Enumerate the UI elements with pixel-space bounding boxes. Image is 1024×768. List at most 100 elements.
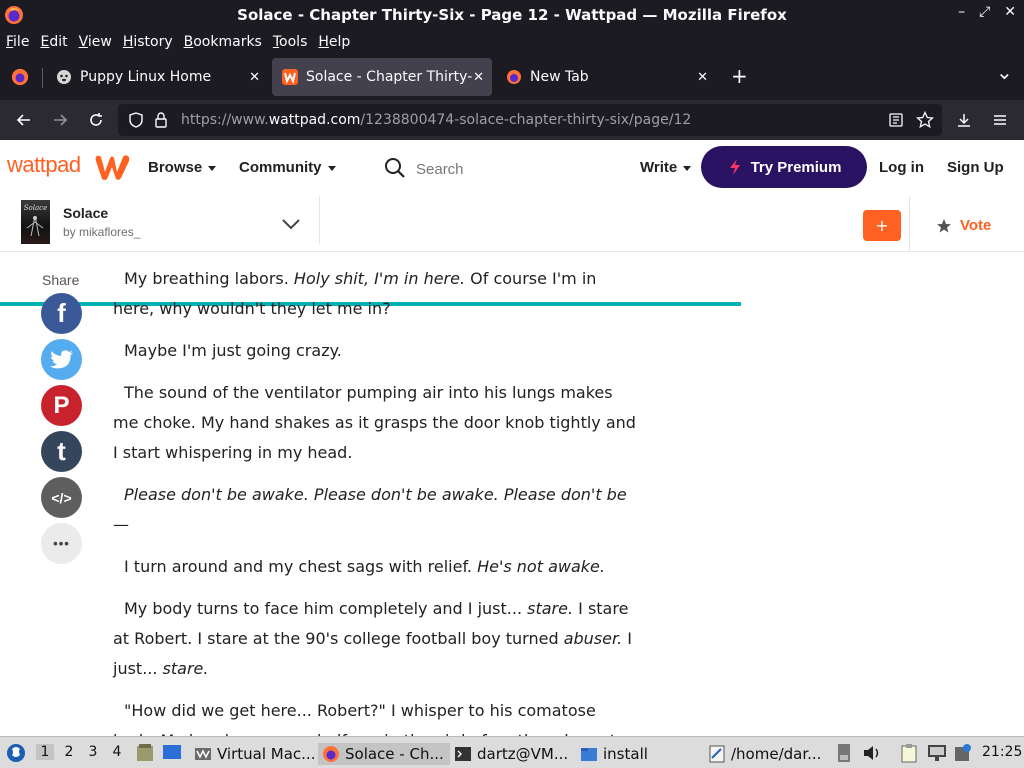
taskbar-install-folder[interactable]: install [580,743,648,765]
forward-button[interactable] [48,108,72,132]
search-icon[interactable] [384,157,406,179]
volume-icon[interactable] [862,744,882,762]
wattpad-logo[interactable]: wattpad [7,152,81,178]
workspace-2[interactable]: 2 [60,744,78,760]
back-arrow-icon [16,114,30,126]
new-tab-button[interactable]: + [731,64,748,88]
facebook-icon: f [57,298,66,328]
browse-menu[interactable]: Browse [148,159,217,176]
show-desktop-icon[interactable] [162,744,182,762]
text-run: Maybe I'm just going crazy. [124,341,342,360]
tab-solace[interactable]: Solace - Chapter Thirty-Six ✕ [272,58,492,96]
story-paragraph: I turn around and my chest sags with rel… [113,552,641,582]
tab-new-tab[interactable]: New Tab ✕ [496,58,716,96]
story-title[interactable]: Solace [63,205,108,221]
network-icon[interactable] [926,743,948,763]
twitter-share-button[interactable] [41,339,82,380]
vote-button[interactable]: Vote [936,217,991,234]
start-menu-icon[interactable] [6,742,26,764]
add-to-library-button[interactable]: + [863,210,901,241]
log-in-link[interactable]: Log in [879,159,924,176]
tab-close-icon[interactable]: ✕ [249,70,260,85]
more-share-button[interactable]: ••• [41,523,82,564]
ellipsis-icon: ••• [53,536,70,551]
write-menu[interactable]: Write [640,159,692,176]
taskbar-firefox[interactable]: Solace - Ch... [318,743,450,765]
puppy-favicon-icon [57,70,71,84]
tab-puppy-linux-home[interactable]: Puppy Linux Home ✕ [46,58,268,96]
divider [319,196,320,244]
tab-close-icon[interactable]: ✕ [697,70,708,85]
window-titlebar: Solace - Chapter Thirty-Six - Page 12 - … [0,0,1024,30]
star-icon [937,218,951,232]
menu-edit[interactable]: Edit [40,34,67,50]
story-paragraph: My breathing labors. Holy shit, I'm in h… [113,264,641,324]
text-run: My breathing labors. [124,269,294,288]
story-bar: Solace Solace by mikaflores_ + Vote [0,196,1024,306]
tab-strip: Puppy Linux Home ✕ Solace - Chapter Thir… [0,54,1024,100]
downloads-button[interactable] [952,108,976,132]
menu-history[interactable]: History [123,34,173,50]
pinterest-share-button[interactable]: P [41,385,82,426]
wattpad-favicon-icon [282,69,298,85]
folder-icon [581,748,597,761]
minimize-button[interactable]: – [958,4,965,20]
tab-label: New Tab [530,69,589,85]
clock: 21:25 [982,744,1023,760]
connection-status-icon[interactable] [954,743,972,763]
reload-button[interactable] [84,108,108,132]
story-text: My breathing labors. Holy shit, I'm in h… [113,264,641,736]
taskbar-text-editor[interactable]: /home/dar... [708,743,821,765]
url-bar[interactable]: https://www.wattpad.com/1238800474-solac… [118,104,942,136]
storage-icon[interactable] [836,743,852,763]
back-button[interactable] [12,108,36,132]
tab-separator [42,68,43,88]
reader-view-icon[interactable] [888,112,904,128]
try-premium-button[interactable]: Try Premium [701,146,867,188]
tumblr-share-button[interactable]: t [41,431,82,472]
firefox-view-icon[interactable] [11,68,29,86]
caret-down-icon [327,165,336,171]
chevron-down-icon[interactable] [280,213,302,235]
taskbar-terminal[interactable]: dartz@VM... [454,743,568,765]
shield-icon[interactable] [128,112,144,128]
tab-label: Solace - Chapter Thirty-Six [306,69,472,85]
taskbar-virtual-machine[interactable]: Virtual Mac... [194,743,315,765]
tab-list-chevron-icon[interactable]: ⌄ [996,60,1013,84]
community-menu[interactable]: Community [239,159,336,176]
search-input[interactable] [416,158,596,180]
maximize-button[interactable]: ⤢ [979,4,990,20]
twitter-bird-icon [49,349,73,368]
wattpad-w-logo-icon[interactable] [94,152,134,182]
menu-tools[interactable]: Tools [273,34,308,50]
menu-bookmarks[interactable]: Bookmarks [184,34,262,50]
tab-label: Puppy Linux Home [80,69,212,85]
hamburger-menu-icon [994,115,1006,125]
file-manager-launcher-icon[interactable] [136,743,154,763]
story-paragraph: "How did we get here... Robert?" I whisp… [113,696,641,736]
window-title: Solace - Chapter Thirty-Six - Page 12 - … [237,6,787,24]
embed-button[interactable]: </> [41,477,82,518]
menu-bar: File Edit View History Bookmarks Tools H… [0,30,1024,54]
sign-up-link[interactable]: Sign Up [947,159,1004,176]
workspace-1[interactable]: 1 [36,744,54,760]
tab-close-icon[interactable]: ✕ [473,70,484,85]
lock-icon[interactable] [154,112,168,128]
menu-help[interactable]: Help [318,34,350,50]
workspace-3[interactable]: 3 [84,744,102,760]
story-paragraph: Maybe I'm just going crazy. [113,336,641,366]
caret-down-icon [208,165,217,171]
story-paragraph: My body turns to face him completely and… [113,594,641,684]
facebook-share-button[interactable]: f [41,293,82,334]
story-cover[interactable]: Solace [21,200,50,244]
clipboard-icon[interactable] [900,743,918,763]
menu-file[interactable]: File [6,34,29,50]
pinterest-icon: P [53,391,70,419]
app-menu-button[interactable] [988,108,1012,132]
menu-view[interactable]: View [79,34,112,50]
story-author[interactable]: by mikaflores_ [63,225,140,239]
url-text[interactable]: https://www.wattpad.com/1238800474-solac… [181,112,691,128]
close-window-button[interactable]: ✕ [1004,4,1016,20]
bookmark-star-icon[interactable] [916,111,934,129]
workspace-4[interactable]: 4 [108,744,126,760]
